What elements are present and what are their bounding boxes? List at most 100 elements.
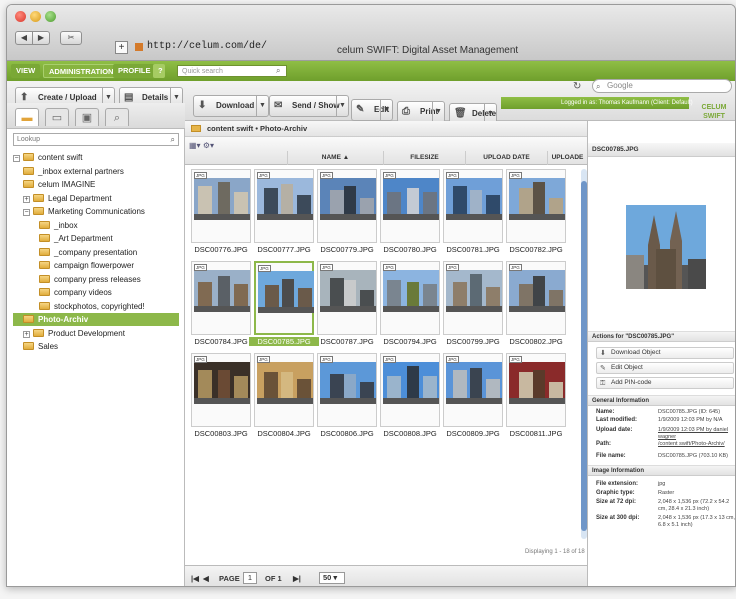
displaying-count: Displaying 1 - 18 of 18 — [525, 549, 585, 555]
column-name[interactable]: NAME ▲ — [287, 151, 383, 165]
edit-button[interactable]: ✎ Edit ▼ — [351, 99, 393, 121]
action-button[interactable]: ✎ Edit Object — [596, 362, 734, 374]
forward-button[interactable]: ▶ — [32, 31, 50, 45]
search-tab-icon[interactable]: ⌕ — [105, 108, 129, 126]
asset-thumbnail[interactable]: JPG DSC00809.JPG — [443, 353, 503, 438]
folder-tab-icon[interactable]: ▬ — [15, 108, 39, 126]
jpg-badge: JPG — [194, 264, 207, 271]
send-show-button[interactable]: ✉ Send / Show ▼ — [269, 95, 349, 117]
tree-item[interactable]: campaign flowerpower — [39, 259, 134, 272]
column-uploader[interactable]: UPLOADE — [547, 151, 587, 165]
of-pages-label: OF 1 — [265, 574, 282, 583]
tree-item[interactable]: celum IMAGINE — [23, 178, 95, 191]
asset-thumbnail[interactable]: JPG DSC00811.JPG — [506, 353, 566, 438]
thumbnail-label: DSC00782.JPG — [509, 245, 563, 254]
chevron-down-icon[interactable]: ▼ — [380, 100, 392, 120]
jpg-badge: JPG — [509, 264, 522, 271]
chevron-down-icon[interactable]: ▼ — [432, 102, 444, 122]
page-input[interactable]: 1 — [243, 572, 257, 584]
action-button[interactable]: ⬇ Download Object — [596, 347, 734, 359]
asset-thumbnail[interactable]: JPG DSC00780.JPG — [380, 169, 440, 254]
asset-thumbnail[interactable]: JPG DSC00785.JPG — [249, 261, 319, 346]
asset-thumbnail[interactable]: JPG DSC00803.JPG — [191, 353, 251, 438]
asset-thumbnail[interactable]: JPG DSC00802.JPG — [506, 261, 566, 346]
collections-tab-icon[interactable]: ▭ — [45, 108, 69, 126]
asset-thumbnail[interactable]: JPG DSC00804.JPG — [254, 353, 314, 438]
basket-tab-icon[interactable]: ▣ — [75, 108, 99, 126]
tree-item-label: campaign flowerpower — [54, 261, 135, 270]
minimize-window-button[interactable] — [30, 11, 41, 22]
asset-thumbnail[interactable]: JPG DSC00799.JPG — [443, 261, 503, 346]
view-toggle[interactable]: ▦▾ ⚙▾ — [189, 141, 225, 152]
tree-item[interactable]: Sales — [23, 340, 58, 353]
thumbnail-frame: JPG — [506, 353, 566, 427]
download-button[interactable]: ⬇ Download ▼ — [193, 95, 269, 117]
asset-thumbnail[interactable]: JPG DSC00787.JPG — [317, 261, 377, 346]
settings-icon[interactable]: ⚙▾ — [203, 141, 214, 150]
tree-item-label: Legal Department — [48, 193, 112, 203]
tree-item[interactable]: + Legal Department — [23, 192, 112, 205]
info-value[interactable]: /content swift/Photo-Archiv/ — [658, 441, 735, 448]
tree-item-label: _Art Department — [54, 234, 113, 243]
chevron-down-icon[interactable]: ▼ — [256, 96, 268, 116]
search-icon[interactable]: ⌕ — [171, 134, 175, 145]
tree-item[interactable]: Photo-Archiv — [13, 313, 179, 326]
tab-administration[interactable]: ADMINISTRATION — [43, 64, 120, 78]
tree-item[interactable]: company press releases — [39, 273, 141, 286]
close-window-button[interactable] — [15, 11, 26, 22]
tree-item[interactable]: + Product Development — [23, 327, 125, 340]
quick-search-input[interactable]: Quick search ⌕ — [177, 65, 287, 77]
google-search-input[interactable]: ⌕ Google — [592, 79, 732, 93]
info-value[interactable]: 1/9/2009 12:03 PM by daniel wagner — [658, 427, 735, 441]
asset-thumbnail[interactable]: JPG DSC00779.JPG — [317, 169, 377, 254]
asset-thumbnail[interactable]: JPG DSC00776.JPG — [191, 169, 251, 254]
asset-thumbnail[interactable]: JPG DSC00781.JPG — [443, 169, 503, 254]
expand-icon[interactable]: + — [23, 195, 30, 203]
jpg-badge: JPG — [194, 172, 207, 179]
prev-page-button[interactable]: ◀ — [203, 574, 209, 583]
tree-item[interactable]: stockphotos, copyrighted! — [39, 300, 145, 313]
thumbnail-frame: JPG — [254, 261, 314, 335]
tree-item[interactable]: − content swift — [13, 151, 82, 164]
column-upload-date[interactable]: UPLOAD DATE — [465, 151, 547, 165]
thumbnail-label: DSC00799.JPG — [446, 337, 500, 346]
tab-profile[interactable]: PROFILE — [113, 64, 156, 78]
asset-thumbnail[interactable]: JPG DSC00794.JPG — [380, 261, 440, 346]
address-bar[interactable]: http://celum.com/de/ — [147, 41, 267, 52]
column-filesize[interactable]: FILESIZE — [383, 151, 465, 165]
browser-window: ◀ ▶ ✂ + http://celum.com/de/ celum SWIFT… — [6, 4, 736, 587]
tree-item-label: Marketing Communications — [48, 207, 145, 216]
back-button[interactable]: ◀ — [15, 31, 33, 45]
lookup-input[interactable]: Lookup ⌕ — [13, 133, 179, 146]
asset-thumbnail[interactable]: JPG DSC00784.JPG — [191, 261, 251, 346]
help-button[interactable]: ? — [153, 64, 165, 78]
chevron-down-icon[interactable]: ▼ — [336, 96, 348, 116]
screenshot-icon[interactable]: ✂ — [60, 31, 82, 45]
collapse-icon[interactable]: − — [13, 155, 20, 162]
first-page-button[interactable]: |◀ — [191, 574, 199, 583]
asset-thumbnail[interactable]: JPG DSC00782.JPG — [506, 169, 566, 254]
zoom-window-button[interactable] — [45, 11, 56, 22]
page-size-select[interactable]: 50 ▾ — [319, 572, 345, 584]
pagination-bar: |◀ ◀ PAGE 1 OF 1 ▶| 50 ▾ — [185, 565, 587, 586]
collapse-icon[interactable]: − — [23, 209, 30, 216]
tree-item[interactable]: company videos — [39, 286, 112, 299]
asset-thumbnail[interactable]: JPG DSC00808.JPG — [380, 353, 440, 438]
thumbnail-label: DSC00777.JPG — [257, 245, 311, 254]
tree-item[interactable]: _company presentation — [39, 246, 137, 259]
add-bookmark-button[interactable]: + — [115, 41, 128, 54]
asset-thumbnail[interactable]: JPG DSC00777.JPG — [254, 169, 314, 254]
tree-item[interactable]: − Marketing Communications — [23, 205, 145, 218]
search-icon[interactable]: ⌕ — [276, 67, 284, 75]
expand-icon[interactable]: + — [23, 330, 30, 338]
next-page-button[interactable]: ▶| — [293, 574, 301, 583]
tree-item[interactable]: _inbox external partners — [23, 165, 124, 178]
tree-item[interactable]: _Art Department — [39, 232, 113, 245]
asset-thumbnail[interactable]: JPG DSC00806.JPG — [317, 353, 377, 438]
reload-icon[interactable]: ↻ — [573, 81, 581, 92]
print-button[interactable]: ⎙ Print ▼ — [397, 101, 445, 123]
tree-item[interactable]: _inbox — [39, 219, 78, 232]
grid-view-icon[interactable]: ▦▾ — [189, 141, 201, 150]
action-button[interactable]: ⚿ Add PIN-code — [596, 377, 734, 389]
tab-view[interactable]: VIEW — [11, 64, 41, 78]
